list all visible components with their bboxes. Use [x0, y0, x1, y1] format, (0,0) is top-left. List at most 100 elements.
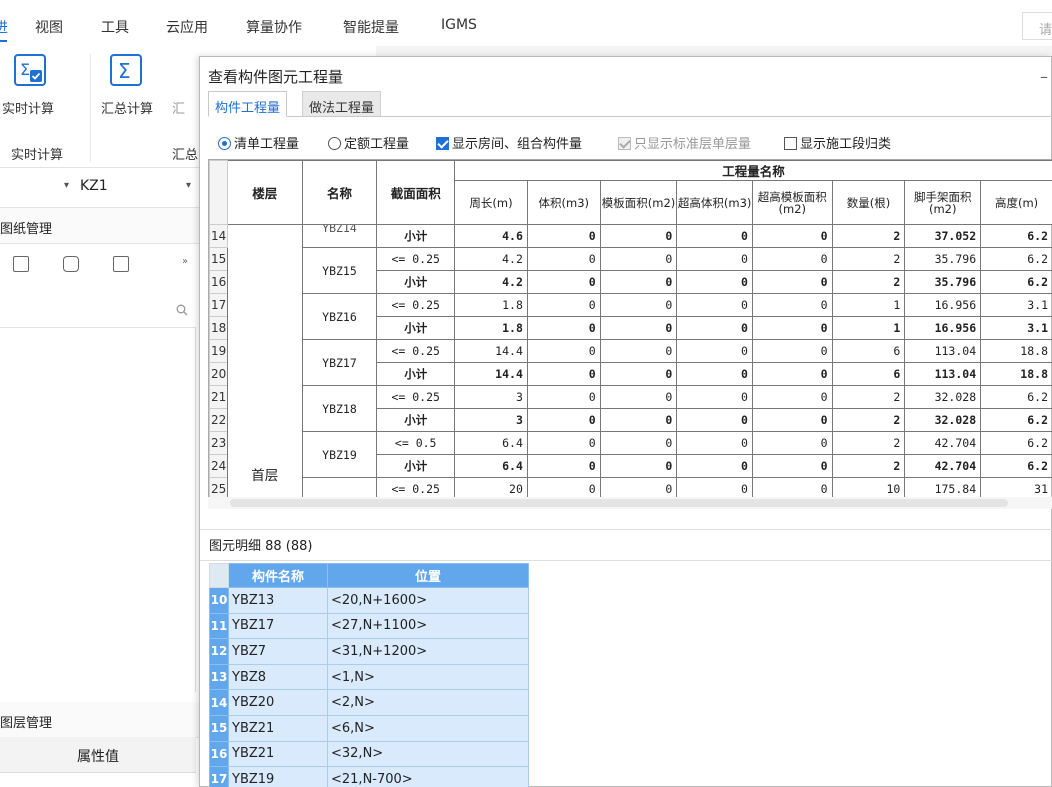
value-cell[interactable]: 0 [599, 385, 678, 409]
position-cell[interactable]: <20,N+1600> [327, 587, 529, 614]
value-cell[interactable]: 0 [599, 454, 678, 478]
value-cell[interactable]: 0 [676, 408, 753, 432]
value-cell[interactable]: 42.704 [904, 454, 982, 478]
component-name-cell[interactable]: YBZ7 [228, 638, 328, 665]
menu-item-collab[interactable]: 算量协作 [246, 17, 302, 37]
show-room-checkbox[interactable]: 显示房间、组合构件量 [436, 133, 582, 152]
value-cell[interactable]: 20 [454, 477, 528, 497]
value-cell[interactable]: 0 [751, 408, 833, 432]
bill-qty-radio[interactable]: 清单工程量 [218, 133, 299, 152]
section-area-cell[interactable]: 小计 [376, 316, 456, 340]
component-name-cell[interactable]: YBZ21 [228, 714, 328, 742]
value-cell[interactable]: 37.052 [904, 224, 982, 248]
value-cell[interactable]: 31 [980, 477, 1052, 497]
value-cell[interactable]: 0 [751, 224, 833, 248]
value-cell[interactable]: 18.8 [980, 339, 1052, 363]
value-cell[interactable]: 0 [599, 339, 678, 363]
value-cell[interactable]: 1.8 [454, 293, 528, 317]
value-cell[interactable]: 2 [831, 224, 906, 248]
component-name-cell[interactable]: YBZ20 [228, 689, 328, 716]
position-cell[interactable]: <32,N> [327, 740, 529, 768]
position-cell[interactable]: <21,N-700> [327, 766, 529, 787]
section-area-cell[interactable]: 小计 [376, 454, 456, 478]
list-item[interactable]: 14 YBZ20 <2,N> [209, 689, 529, 716]
position-cell[interactable]: <27,N+1100> [327, 612, 529, 640]
value-cell[interactable]: 0 [526, 431, 601, 455]
chevron-down-icon[interactable]: ▾ [64, 180, 69, 191]
value-cell[interactable]: 2 [831, 454, 906, 478]
section-area-cell[interactable]: 小计 [376, 362, 456, 386]
value-cell[interactable]: 0 [676, 454, 753, 478]
value-cell[interactable]: 4.6 [454, 224, 528, 248]
value-cell[interactable]: 0 [751, 477, 833, 497]
value-cell[interactable]: 3 [454, 385, 528, 409]
value-cell[interactable]: 6.4 [454, 431, 528, 455]
position-cell[interactable]: <31,N+1200> [327, 638, 529, 665]
list-item[interactable]: 15 YBZ21 <6,N> [209, 714, 529, 742]
value-cell[interactable]: 4.2 [454, 247, 528, 271]
horizontal-scrollbar[interactable] [230, 499, 1008, 507]
value-cell[interactable]: 0 [676, 477, 753, 497]
summary-calc-button[interactable]: 汇总计算 [101, 98, 153, 117]
section-area-cell[interactable]: 小计 [376, 270, 456, 294]
value-cell[interactable]: 0 [751, 454, 833, 478]
value-cell[interactable]: 0 [599, 362, 678, 386]
value-cell[interactable]: 0 [676, 339, 753, 363]
menu-item-smart[interactable]: 智能提量 [343, 17, 399, 37]
save-icon[interactable] [113, 256, 129, 272]
position-cell[interactable]: <1,N> [327, 663, 529, 691]
name-cell[interactable]: YBZ14 [301, 224, 378, 248]
component-name-cell[interactable]: YBZ17 [228, 612, 328, 640]
value-cell[interactable]: 6 [831, 339, 906, 363]
value-cell[interactable]: 0 [676, 362, 753, 386]
value-cell[interactable]: 4.2 [454, 270, 528, 294]
value-cell[interactable]: 0 [526, 454, 601, 478]
value-cell[interactable]: 0 [751, 270, 833, 294]
value-cell[interactable]: 0 [526, 477, 601, 497]
value-cell[interactable]: 0 [599, 247, 678, 271]
value-cell[interactable]: 0 [599, 270, 678, 294]
section-area-cell[interactable]: 小计 [376, 224, 456, 248]
value-cell[interactable]: 0 [526, 247, 601, 271]
value-cell[interactable]: 2 [831, 385, 906, 409]
value-cell[interactable]: 1 [831, 293, 906, 317]
section-area-cell[interactable]: 小计 [376, 408, 456, 432]
table-row[interactable]: 15 YBZ15 <= 0.25 4.2 0 0 0 0 2 35.796 6.2 [209, 247, 1052, 294]
name-cell[interactable]: YBZ17 [301, 339, 378, 386]
delete-icon[interactable] [13, 256, 29, 272]
value-cell[interactable]: 3.1 [980, 316, 1052, 340]
list-item[interactable]: 12 YBZ7 <31,N+1200> [209, 638, 529, 665]
value-cell[interactable]: 16.956 [904, 316, 982, 340]
value-cell[interactable]: 0 [599, 316, 678, 340]
value-cell[interactable]: 0 [676, 224, 753, 248]
value-cell[interactable]: 3 [454, 408, 528, 432]
table-row[interactable]: 17 YBZ16 <= 0.25 1.8 0 0 0 0 1 16.956 3.1 [209, 293, 1052, 340]
value-cell[interactable]: 35.796 [904, 270, 982, 294]
value-cell[interactable]: 6.2 [980, 385, 1052, 409]
value-cell[interactable]: 2 [831, 408, 906, 432]
name-cell[interactable] [301, 477, 378, 497]
value-cell[interactable]: 0 [599, 224, 678, 248]
global-search-input[interactable]: 请 [1022, 12, 1052, 40]
table-row[interactable]: 14 首层 YBZ14 小计 4.6 0 0 0 0 2 37.052 6.2 [209, 224, 1052, 497]
name-cell[interactable]: YBZ18 [301, 385, 378, 432]
value-cell[interactable]: 42.704 [904, 431, 982, 455]
value-cell[interactable]: 6.2 [980, 247, 1052, 271]
component-name-cell[interactable]: YBZ19 [228, 766, 328, 787]
menu-item-tools[interactable]: 工具 [101, 17, 129, 37]
layer-mgmt-title[interactable]: 图层管理 [0, 702, 200, 738]
value-cell[interactable]: 0 [751, 362, 833, 386]
component-select[interactable]: KZ1 [80, 178, 108, 194]
value-cell[interactable]: 16.956 [904, 293, 982, 317]
section-area-cell[interactable]: <= 0.25 [376, 293, 456, 317]
menu-item-igms[interactable]: IGMS [441, 17, 477, 33]
value-cell[interactable]: 1 [831, 316, 906, 340]
tab-method-qty[interactable]: 做法工程量 [302, 91, 382, 117]
value-cell[interactable]: 2 [831, 270, 906, 294]
value-cell[interactable]: 35.796 [904, 247, 982, 271]
list-item[interactable]: 17 YBZ19 <21,N-700> [209, 766, 529, 787]
value-cell[interactable]: 0 [526, 362, 601, 386]
value-cell[interactable]: 2 [831, 431, 906, 455]
section-area-cell[interactable]: <= 0.25 [376, 339, 456, 363]
section-area-cell[interactable]: <= 0.25 [376, 477, 456, 497]
